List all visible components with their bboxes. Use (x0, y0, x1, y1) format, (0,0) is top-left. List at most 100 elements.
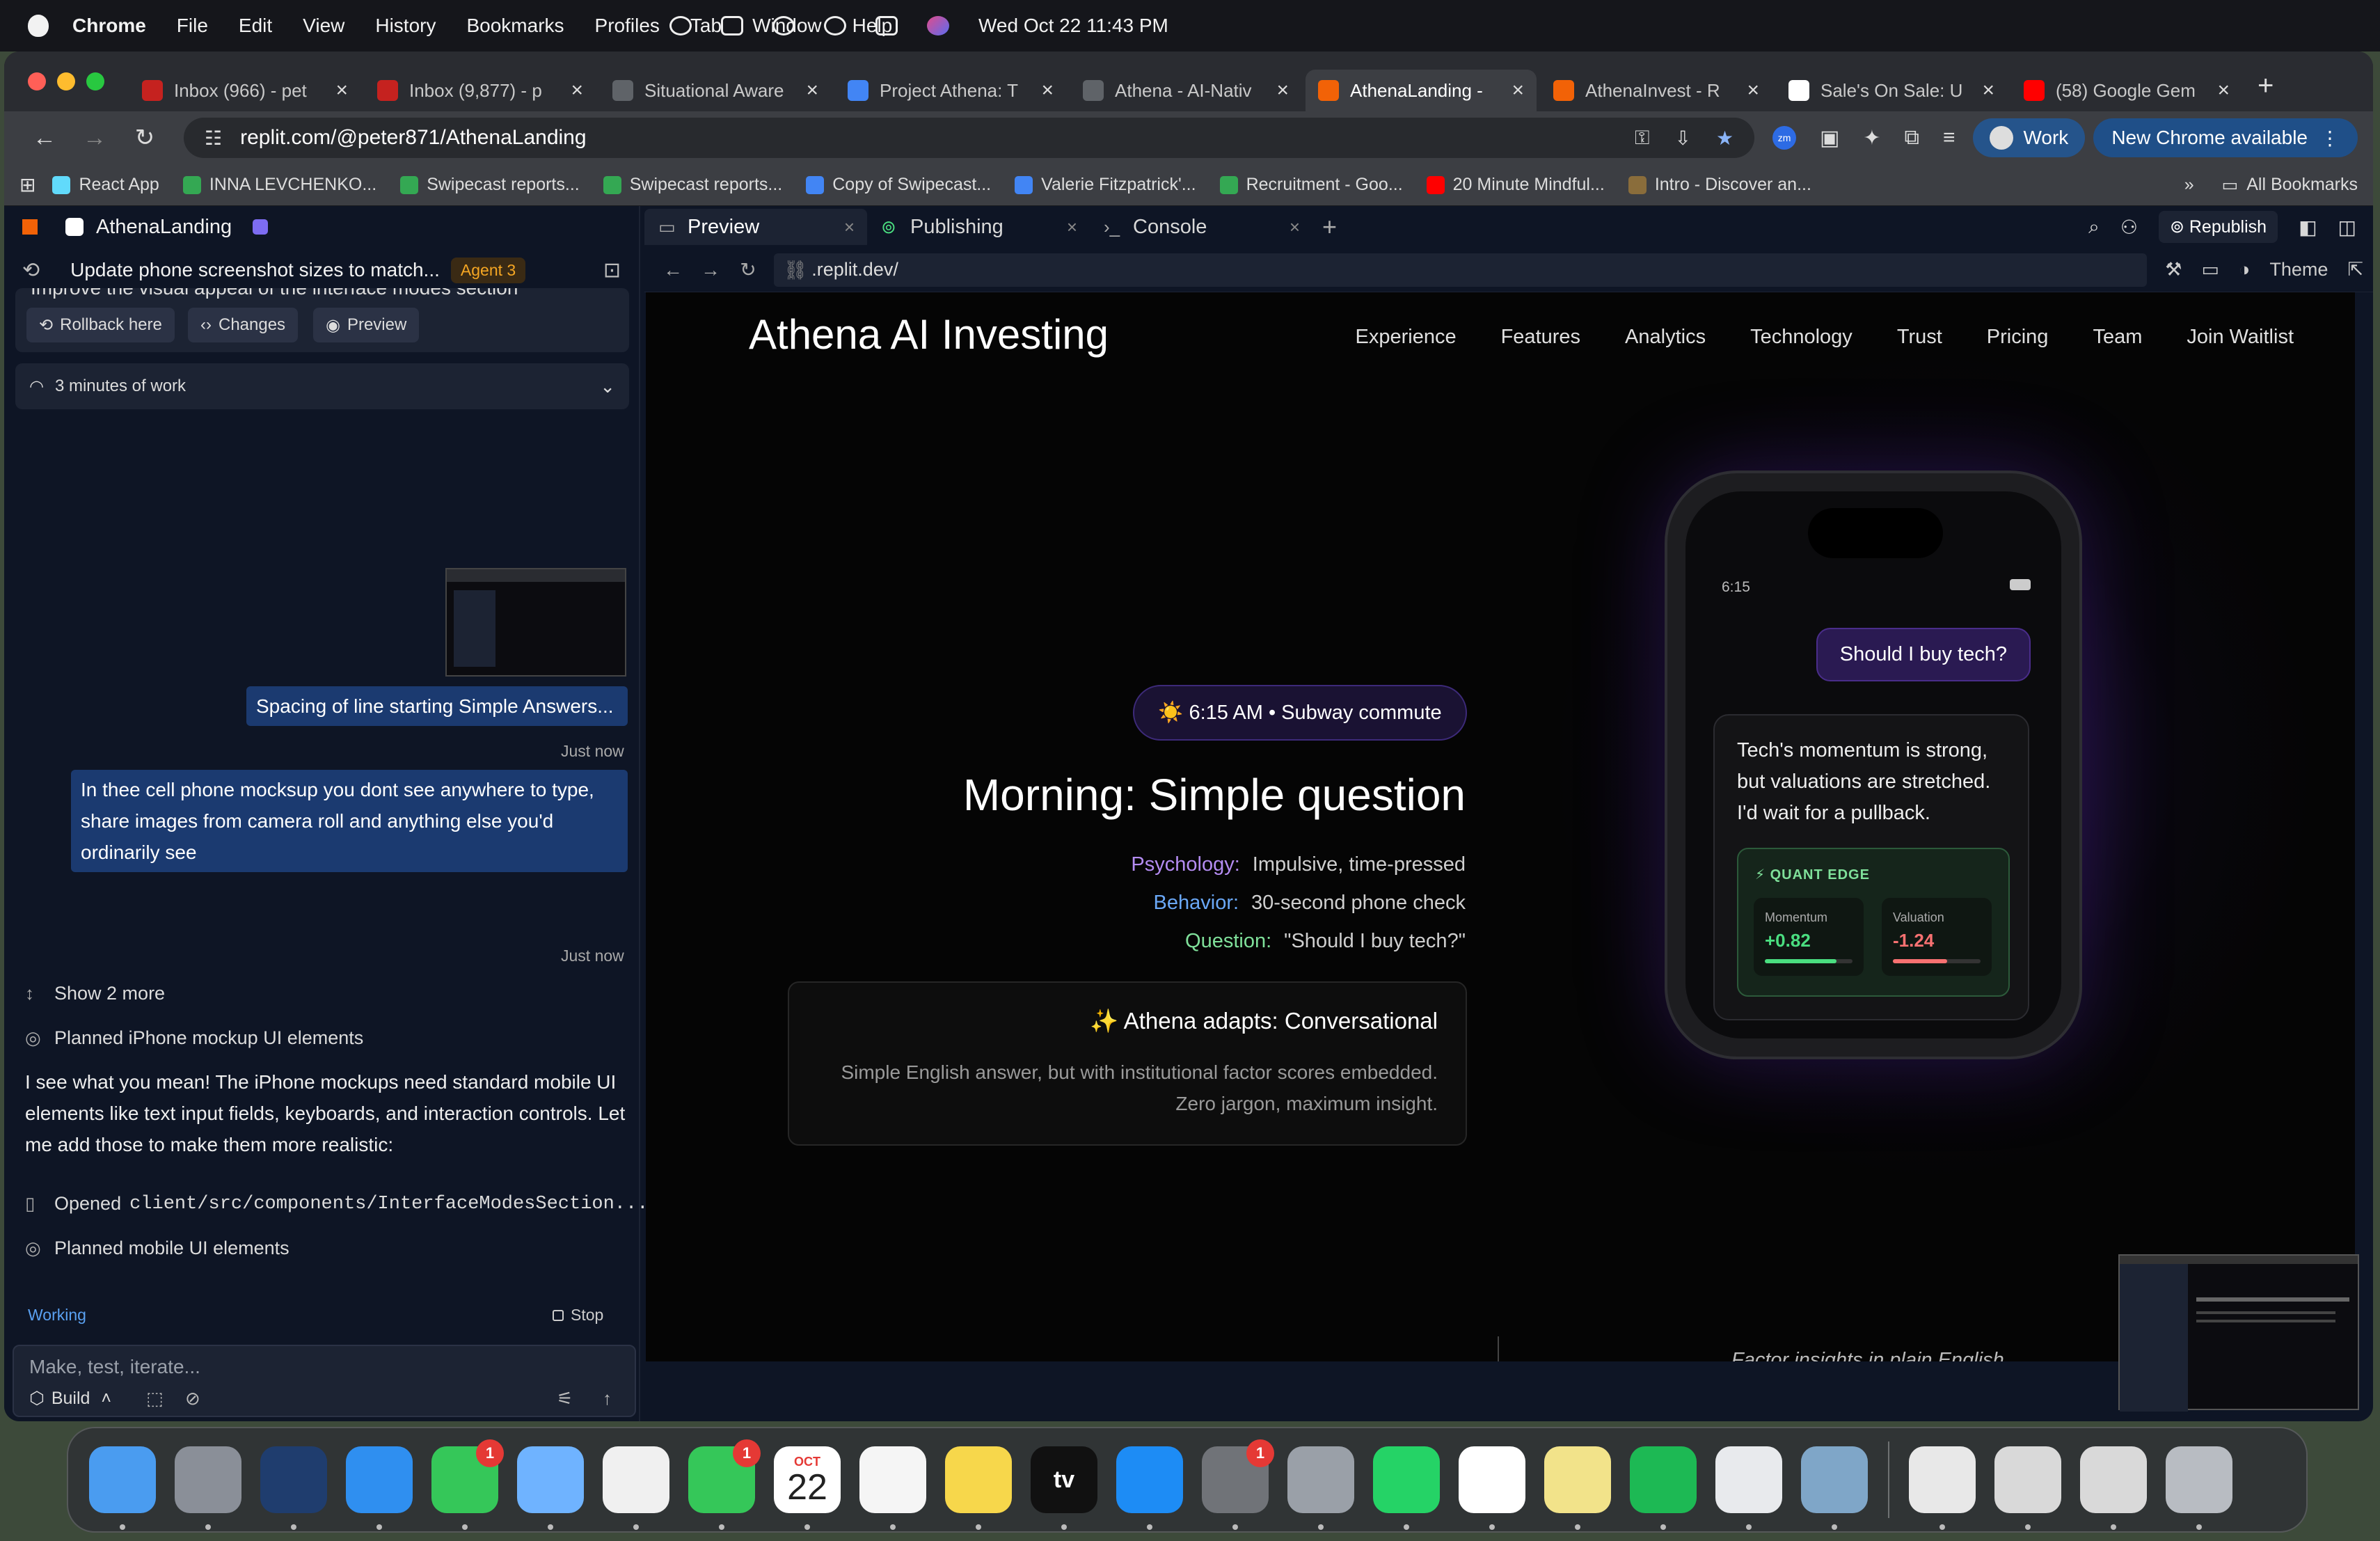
agent-input-placeholder[interactable]: Make, test, iterate... (29, 1356, 200, 1378)
site-brand[interactable]: Athena AI Investing (749, 310, 1109, 358)
close-icon[interactable]: × (1290, 216, 1300, 238)
rollback-button[interactable]: ⟲ Rollback here (26, 308, 175, 342)
close-tab-icon[interactable]: × (1982, 79, 1994, 102)
browser-tab[interactable]: (58) Google Gem × (2011, 70, 2242, 111)
close-tab-icon[interactable]: × (335, 79, 348, 102)
replit-logo-icon[interactable] (22, 219, 38, 235)
browser-tab[interactable]: Athena - AI-Nativ × (1070, 70, 1301, 111)
show-more-button[interactable]: ↕ Show 2 more (25, 983, 165, 1004)
battery-icon[interactable] (721, 16, 743, 35)
bookmark-item[interactable]: Swipecast reports... (400, 175, 580, 195)
close-icon[interactable]: × (1067, 216, 1077, 238)
reload-icon[interactable]: ↻ (120, 124, 170, 152)
calendar-icon[interactable]: OCT 22 (774, 1446, 841, 1530)
bookmark-item[interactable]: Valerie Fitzpatrick'... (1015, 175, 1196, 195)
search-icon[interactable]: ⌕ (2088, 216, 2100, 239)
more-bookmarks-icon[interactable]: » (2184, 175, 2194, 195)
deploy-status-icon[interactable]: ◧ (2299, 216, 2317, 239)
browser-tab[interactable]: Inbox (9,877) - p × (365, 70, 596, 111)
messages-icon[interactable]: 1 (431, 1439, 504, 1530)
notes-icon[interactable] (945, 1446, 1012, 1530)
safari-icon[interactable] (346, 1446, 413, 1530)
site-nav-link[interactable]: Technology (1750, 326, 1853, 349)
work-summary-toggle[interactable]: ◠ 3 minutes of work ⌄ (15, 363, 629, 409)
close-tab-icon[interactable]: × (2217, 79, 2230, 102)
preview-reload-icon[interactable]: ↻ (729, 258, 767, 281)
paper-plane-icon[interactable] (260, 1446, 327, 1530)
browser-tab[interactable]: Sale's On Sale: U × (1776, 70, 2007, 111)
reading-list-icon[interactable]: ⧉ (1905, 126, 1919, 150)
photos-icon[interactable] (603, 1446, 669, 1530)
spotify-icon[interactable] (1630, 1446, 1697, 1530)
extension-icon[interactable]: ▣ (1820, 126, 1839, 150)
zoom-extension-icon[interactable]: zm (1772, 126, 1797, 150)
facetime-icon[interactable]: 1 (688, 1439, 761, 1530)
close-window-button[interactable] (28, 72, 46, 90)
site-nav-link[interactable]: Team (2093, 326, 2142, 349)
extensions-puzzle-icon[interactable]: ✦ (1863, 126, 1880, 150)
republish-button[interactable]: ⊚ Republish (2158, 211, 2278, 243)
bookmark-item[interactable]: 20 Minute Mindful... (1426, 175, 1605, 195)
finder-icon[interactable] (89, 1446, 156, 1530)
slack-icon[interactable] (1459, 1446, 1525, 1530)
siri-icon[interactable] (927, 16, 949, 35)
bookmark-star-icon[interactable]: ★ (1716, 127, 1734, 150)
browser-tab[interactable]: Inbox (966) - pet × (129, 70, 360, 111)
address-url[interactable]: replit.com/@peter871/AthenaLanding (240, 126, 586, 150)
tv-icon[interactable]: tv (1031, 1446, 1097, 1530)
split-pane-icon[interactable]: ◫ (2338, 216, 2356, 239)
apps-grid-icon[interactable]: ⊞ (19, 173, 35, 196)
close-tab-icon[interactable]: × (806, 79, 818, 102)
play-icon[interactable] (669, 16, 692, 35)
history-icon[interactable]: ⟲ (22, 258, 40, 283)
menu-history[interactable]: History (375, 15, 436, 37)
launchpad-icon[interactable] (175, 1446, 241, 1530)
bookmark-item[interactable]: React App (52, 175, 159, 195)
theme-palette-icon[interactable]: ◑ (2239, 259, 2250, 280)
close-tab-icon[interactable]: × (1512, 79, 1524, 102)
bookmark-item[interactable]: INNA LEVCHENKO... (182, 175, 376, 195)
site-info-icon[interactable]: ☷ (205, 127, 222, 150)
password-key-icon[interactable]: ⚿ (1635, 127, 1649, 150)
document-icon[interactable] (1909, 1446, 1976, 1530)
select-element-icon[interactable]: ⬚ (146, 1388, 164, 1409)
menu-bookmarks[interactable]: Bookmarks (466, 15, 564, 37)
close-tab-icon[interactable]: × (1747, 79, 1759, 102)
maps-icon[interactable] (517, 1446, 584, 1530)
minimize-window-button[interactable] (57, 72, 75, 90)
bookmark-item[interactable]: Swipecast reports... (603, 175, 782, 195)
preview-back-icon[interactable]: ← (654, 259, 692, 281)
changes-button[interactable]: ‹› Changes (188, 308, 299, 342)
menu-view[interactable]: View (303, 15, 344, 37)
site-nav-link[interactable]: Join Waitlist (2187, 326, 2294, 349)
open-external-icon[interactable]: ⇱ (2347, 259, 2363, 280)
browser-tab[interactable]: AthenaInvest - R × (1541, 70, 1772, 111)
add-tab-icon[interactable]: + (1322, 212, 1337, 242)
preview-icon[interactable] (1801, 1446, 1868, 1530)
browser-tab[interactable]: Project Athena: T × (835, 70, 1066, 111)
new-tab-button[interactable]: + (2258, 70, 2274, 102)
all-bookmarks-button[interactable]: ▭ All Bookmarks (2222, 175, 2358, 196)
forward-arrow-icon[interactable]: → (70, 125, 120, 152)
site-nav-link[interactable]: Analytics (1625, 326, 1706, 349)
devtools-wrench-icon[interactable]: ⚒ (2165, 259, 2182, 280)
screenshot-preview-thumbnail[interactable] (2118, 1254, 2359, 1412)
device-toggle-icon[interactable]: ▭ (2202, 259, 2220, 280)
project-name[interactable]: AthenaLanding (96, 216, 232, 239)
menubar-clock[interactable]: Wed Oct 22 11:43 PM (978, 15, 1168, 37)
site-nav-link[interactable]: Experience (1356, 326, 1457, 349)
preview-url[interactable]: .replit.dev/ (811, 259, 898, 280)
whatsapp-icon[interactable] (1373, 1446, 1440, 1530)
browser-tab[interactable]: Situational Aware × (600, 70, 831, 111)
theme-button[interactable]: Theme (2269, 259, 2328, 280)
chrome-icon[interactable] (1715, 1446, 1782, 1530)
attach-icon[interactable]: ⊘ (185, 1388, 200, 1409)
settings-sliders-icon[interactable]: ⚟ (557, 1388, 573, 1409)
tab-preview[interactable]: ▭ Preview × (644, 209, 867, 245)
send-arrow-icon[interactable]: ↑ (603, 1388, 612, 1409)
window-icon[interactable] (2080, 1446, 2147, 1530)
install-app-icon[interactable]: ⇩ (1674, 127, 1690, 150)
bookmark-item[interactable]: Copy of Swipecast... (806, 175, 991, 195)
apple-logo-icon[interactable] (28, 15, 49, 37)
preview-forward-icon[interactable]: → (692, 259, 729, 281)
